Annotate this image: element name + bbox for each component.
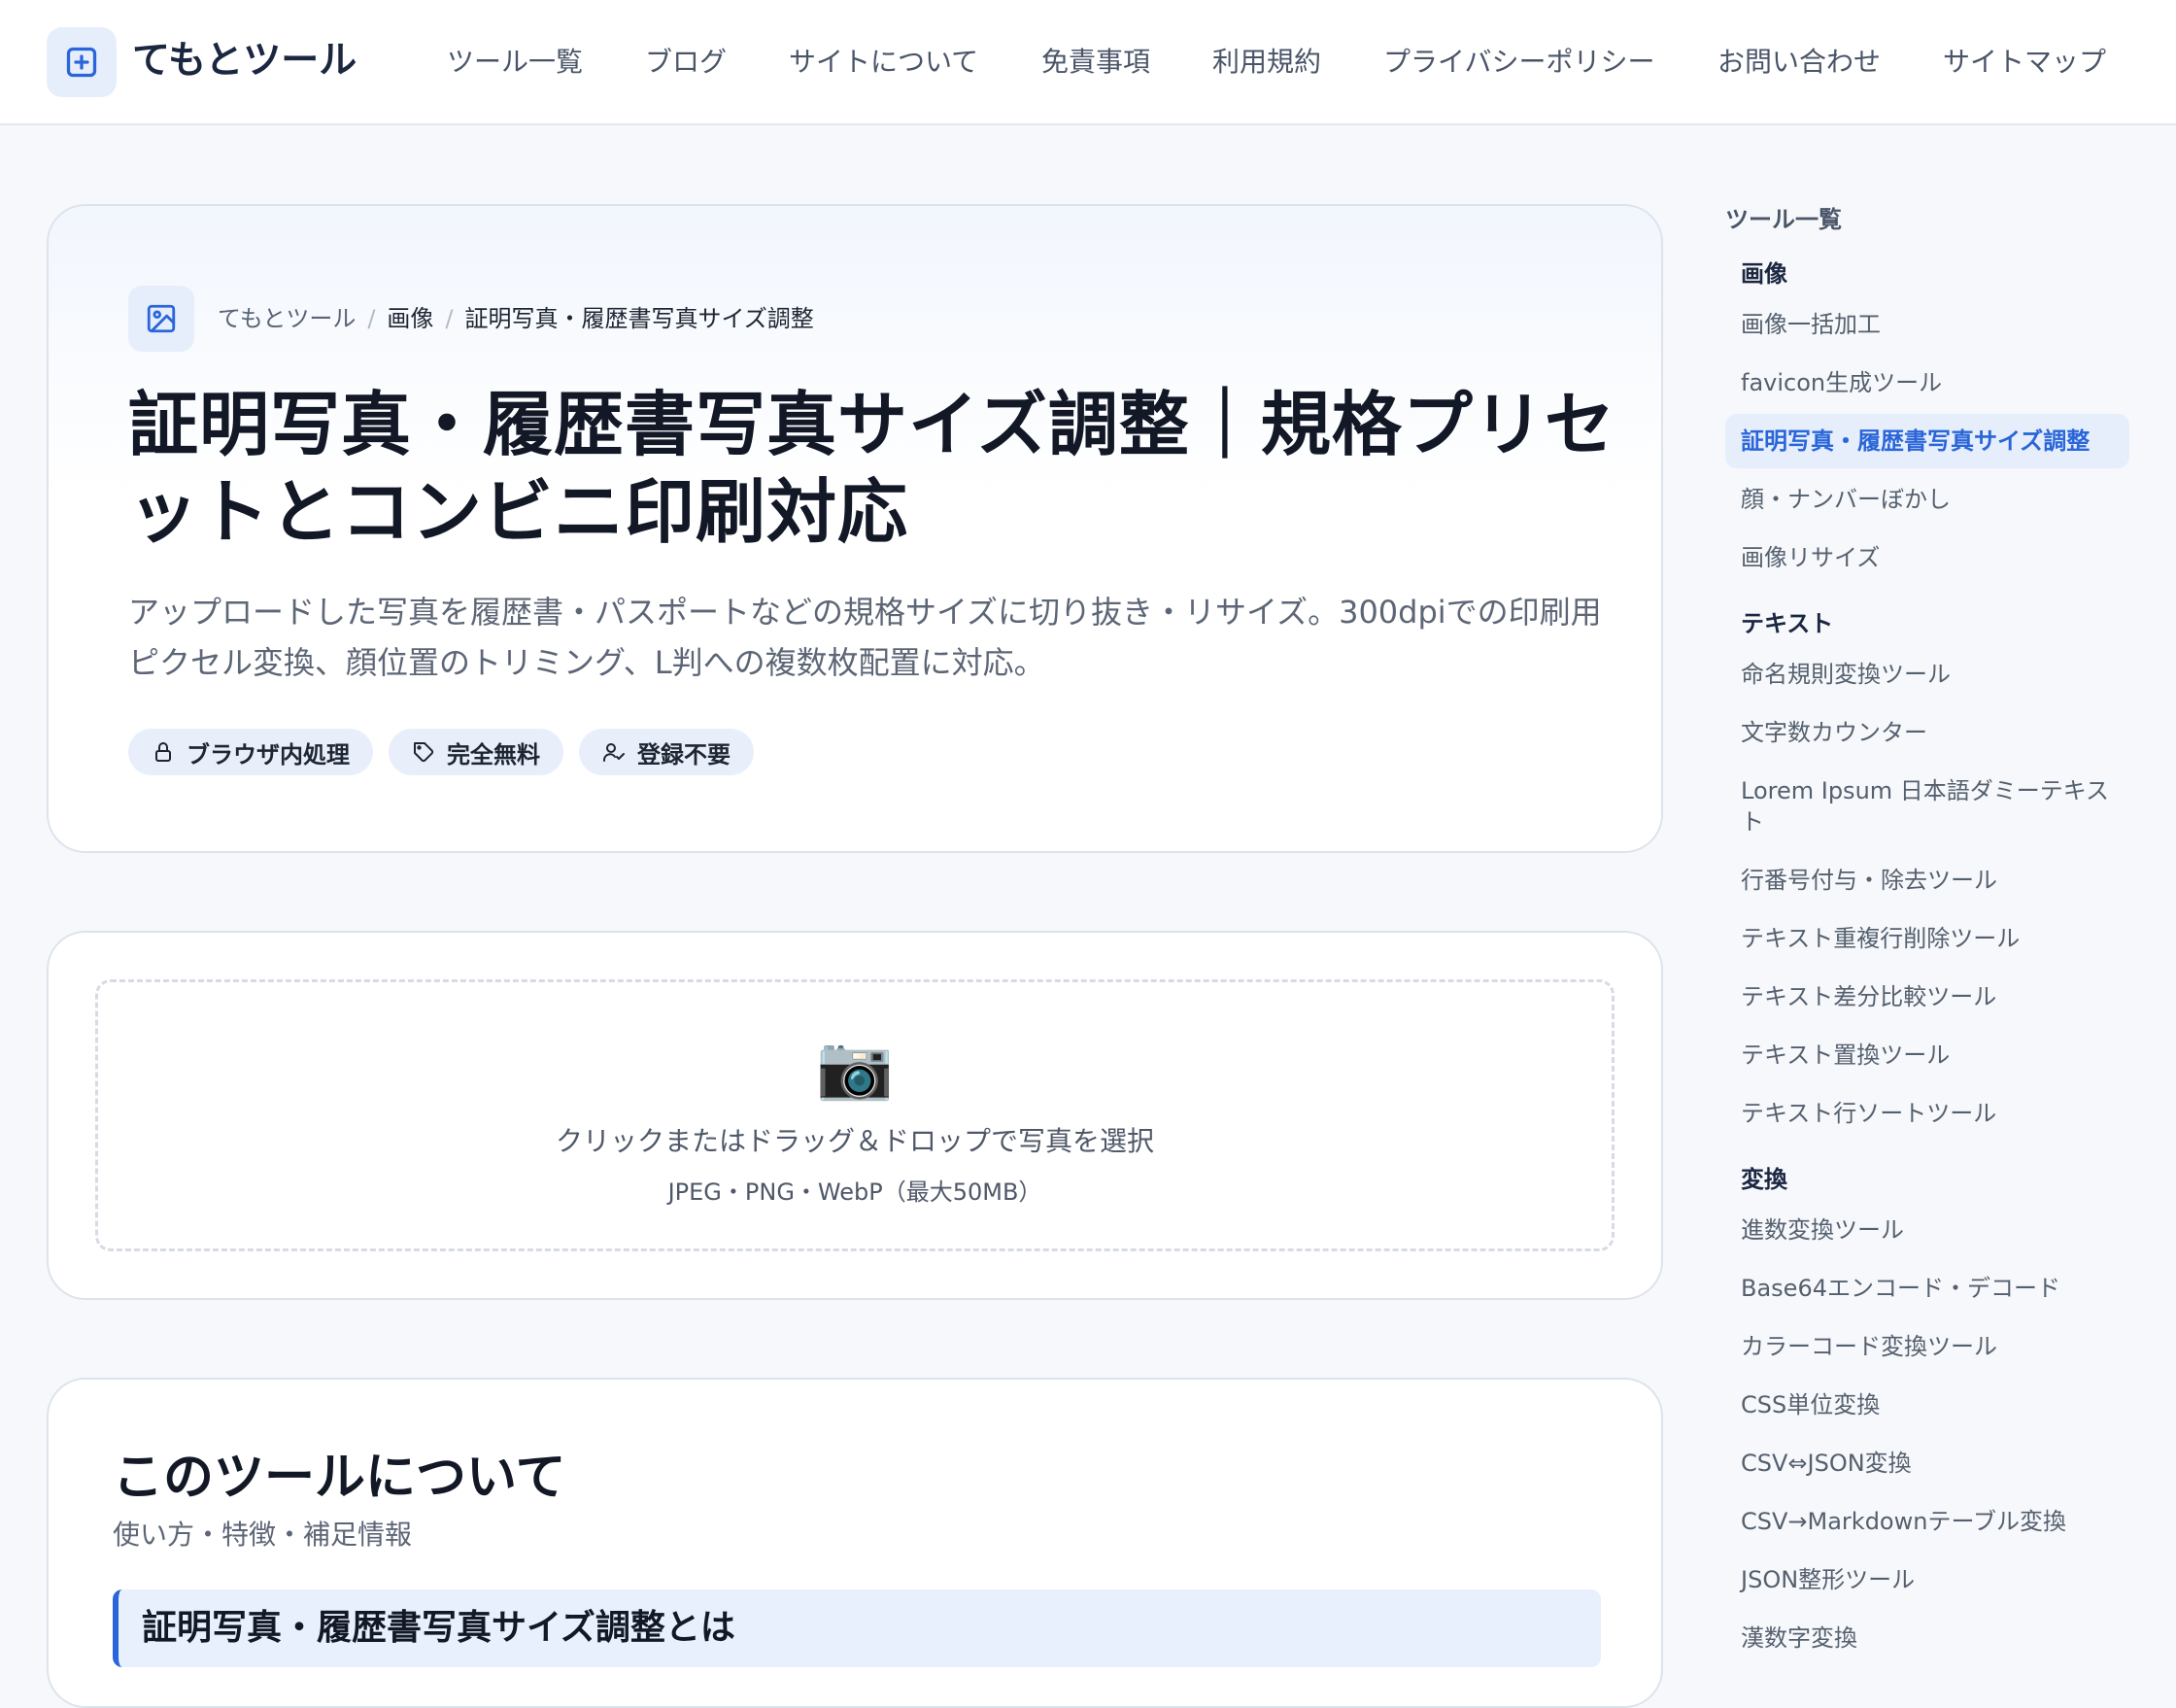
sidebar-item-kanji-number[interactable]: 漢数字変換 [1741, 1623, 2129, 1654]
image-icon [147, 304, 176, 333]
sidebar-item-sort[interactable]: テキスト行ソートツール [1741, 1098, 2129, 1129]
sidebar-item-image-resize[interactable]: 画像リサイズ [1741, 542, 2129, 573]
sidebar-item-json-format[interactable]: JSON整形ツール [1741, 1564, 2129, 1595]
sidebar-item-css-unit[interactable]: CSS単位変換 [1741, 1389, 2129, 1420]
lock-icon [155, 742, 171, 762]
sidebar-item-line-numbers[interactable]: 行番号付与・除去ツール [1741, 865, 2129, 896]
sidebar-item-dedupe[interactable]: テキスト重複行削除ツール [1741, 923, 2129, 954]
nav-tools[interactable]: ツール一覧 [447, 43, 583, 82]
sidebar-title: ツール一覧 [1725, 206, 1842, 233]
sidebar-item-base-convert[interactable]: 進数変換ツール [1741, 1214, 2129, 1246]
breadcrumb-separator: / [367, 305, 376, 332]
photo-dropzone[interactable]: 📷 クリックまたはドラッグ＆ドロップで写真を選択 JPEG・PNG・WebP（最… [95, 979, 1615, 1251]
sidebar-item-color-code[interactable]: カラーコード変換ツール [1741, 1331, 2129, 1362]
main-nav: ツール一覧 ブログ サイトについて 免責事項 利用規約 プライバシーポリシー お… [0, 43, 2176, 82]
sidebar-item-lorem[interactable]: Lorem Ipsum 日本語ダミーテキスト [1741, 775, 2129, 837]
camera-icon: 📷 [816, 1032, 894, 1104]
sidebar-item-diff[interactable]: テキスト差分比較ツール [1741, 981, 2129, 1012]
about-section-heading: 証明写真・履歴書写真サイズ調整とは [113, 1589, 1601, 1667]
nav-about[interactable]: サイトについて [789, 43, 978, 82]
dropzone-formats: JPEG・PNG・WebP（最大50MB） [667, 1179, 1042, 1206]
badge-browser-processing: ブラウザ内処理 [128, 729, 373, 775]
breadcrumb-current: 証明写真・履歴書写真サイズ調整 [464, 305, 814, 332]
page-description: アップロードした写真を履歴書・パスポートなどの規格サイズに切り抜き・リサイズ。3… [128, 594, 1602, 681]
sidebar-item-char-count[interactable]: 文字数カウンター [1741, 717, 2129, 748]
breadcrumb-separator: / [445, 305, 454, 332]
nav-privacy[interactable]: プライバシーポリシー [1383, 43, 1654, 82]
user-check-icon [603, 743, 625, 762]
sidebar-item-base64[interactable]: Base64エンコード・デコード [1741, 1273, 2129, 1304]
site-header: てもとツール ツール一覧 ブログ サイトについて 免責事項 利用規約 プライバシ… [0, 0, 2176, 125]
breadcrumb-home[interactable]: てもとツール [218, 305, 356, 332]
upload-card: 📷 クリックまたはドラッグ＆ドロップで写真を選択 JPEG・PNG・WebP（最… [47, 931, 1663, 1300]
nav-sitemap[interactable]: サイトマップ [1943, 43, 2106, 82]
about-subtitle: 使い方・特徴・補足情報 [113, 1519, 413, 1551]
sidebar-category-convert: 変換 [1741, 1166, 1787, 1193]
sidebar-item-replace[interactable]: テキスト置換ツール [1741, 1040, 2129, 1071]
about-card: このツールについて 使い方・特徴・補足情報 証明写真・履歴書写真サイズ調整とは [47, 1378, 1663, 1708]
dropzone-instruction: クリックまたはドラッグ＆ドロップで写真を選択 [555, 1125, 1154, 1157]
sidebar-item-csv-markdown[interactable]: CSV→Markdownテーブル変換 [1741, 1506, 2129, 1537]
breadcrumb-category[interactable]: 画像 [387, 305, 433, 332]
badge-free: 完全無料 [389, 729, 563, 775]
nav-contact[interactable]: お問い合わせ [1717, 43, 1881, 82]
badge-label: 登録不要 [637, 740, 731, 769]
sidebar-category-image: 画像 [1741, 260, 1787, 288]
sidebar-item-image-batch[interactable]: 画像一括加工 [1741, 309, 2129, 340]
nav-disclaimer[interactable]: 免責事項 [1041, 43, 1150, 82]
breadcrumb: てもとツール / 画像 / 証明写真・履歴書写真サイズ調整 [218, 301, 814, 336]
sidebar-item-face-blur[interactable]: 顔・ナンバーぼかし [1741, 484, 2129, 515]
sidebar-item-naming[interactable]: 命名規則変換ツール [1741, 659, 2129, 690]
tag-icon [414, 742, 434, 763]
sidebar-item-id-photo[interactable]: 証明写真・履歴書写真サイズ調整 [1725, 414, 2129, 468]
nav-blog[interactable]: ブログ [645, 43, 727, 82]
badge-label: ブラウザ内処理 [187, 740, 350, 769]
nav-terms[interactable]: 利用規約 [1212, 43, 1321, 82]
badge-label: 完全無料 [447, 740, 540, 769]
sidebar-item-favicon[interactable]: favicon生成ツール [1741, 367, 2129, 398]
about-title: このツールについて [113, 1449, 566, 1507]
sidebar-item-csv-json[interactable]: CSV⇔JSON変換 [1741, 1448, 2129, 1479]
sidebar-category-text: テキスト [1741, 610, 1834, 637]
badge-no-registration: 登録不要 [579, 729, 754, 775]
tool-hero-card: てもとツール / 画像 / 証明写真・履歴書写真サイズ調整 証明写真・履歴書写真サイズ調… [47, 204, 1663, 853]
page-title: 証明写真・履歴書写真サイズ調整｜規格プリセットとコンビニ印刷対応 [128, 384, 1615, 553]
image-category-icon-box [128, 286, 194, 352]
